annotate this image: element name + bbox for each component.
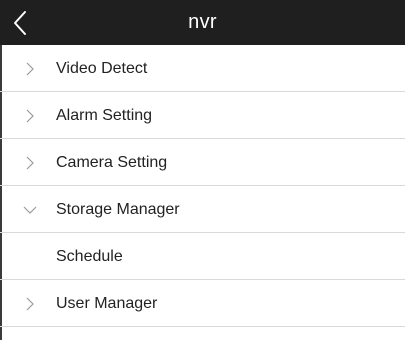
menu-item-alarm-setting[interactable]: Alarm Setting — [0, 92, 405, 139]
chevron-right-icon — [21, 280, 39, 327]
chevron-down-icon — [21, 186, 39, 233]
menu-item-label: User Manager — [56, 295, 158, 312]
submenu-item-schedule[interactable]: Schedule — [0, 233, 405, 280]
chevron-right-icon — [21, 139, 39, 186]
chevron-right-icon — [21, 92, 39, 139]
menu-item-video-detect[interactable]: Video Detect — [0, 45, 405, 92]
menu-item-camera-setting[interactable]: Camera Setting — [0, 139, 405, 186]
chevron-left-icon — [14, 10, 26, 35]
app-screen: nvr Video Detect Alarm Setting Camera Se… — [0, 0, 405, 340]
top-navigation-bar: nvr — [0, 0, 405, 45]
menu-item-label: Video Detect — [56, 60, 148, 77]
menu-item-label: Alarm Setting — [56, 107, 153, 124]
menu-item-label: Schedule — [56, 248, 123, 265]
menu-item-label: Camera Setting — [56, 154, 168, 171]
settings-menu: Video Detect Alarm Setting Camera Settin… — [0, 45, 405, 327]
menu-item-user-manager[interactable]: User Manager — [0, 280, 405, 327]
chevron-right-icon — [21, 45, 39, 92]
menu-item-label: Storage Manager — [56, 201, 180, 218]
menu-item-storage-manager[interactable]: Storage Manager — [0, 186, 405, 233]
page-title: nvr — [188, 11, 217, 33]
back-button[interactable] — [0, 0, 40, 45]
